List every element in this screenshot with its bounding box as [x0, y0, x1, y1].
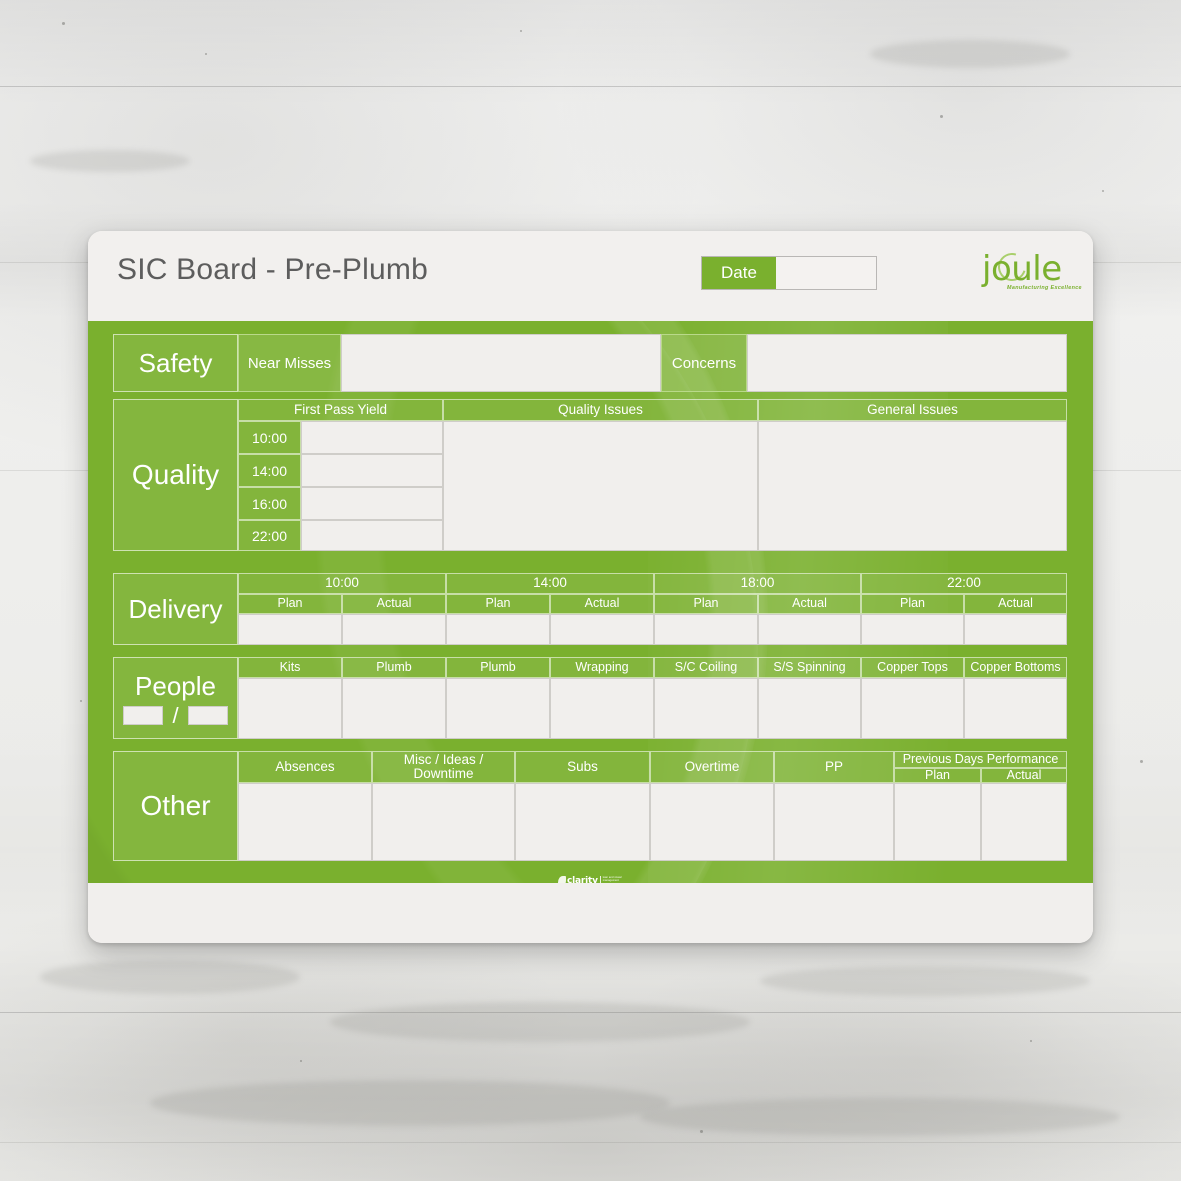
- clarity-divider: [599, 875, 601, 883]
- joule-wordmark: joule: [982, 249, 1062, 289]
- people-input-8[interactable]: [964, 678, 1067, 739]
- joule-tagline: Manufacturing Excellence: [1007, 285, 1082, 291]
- people-column-header-5: S/C Coiling: [654, 657, 758, 678]
- people-headcount: /: [123, 703, 228, 728]
- quality-issues-input[interactable]: [443, 421, 758, 551]
- people-input-4[interactable]: [550, 678, 654, 739]
- people-column-header-4: Wrapping: [550, 657, 654, 678]
- people-column-header-6: S/S Spinning: [758, 657, 861, 678]
- people-present-input[interactable]: [123, 706, 164, 725]
- page-title: SIC Board - Pre-Plumb: [117, 253, 428, 286]
- clarity-leaf-icon: [558, 875, 566, 883]
- other-input-misc[interactable]: [372, 783, 515, 861]
- delivery-subheader-actual-2: Actual: [550, 594, 654, 614]
- delivery-input-6[interactable]: [758, 614, 861, 645]
- safety-concerns-label: Concerns: [661, 334, 747, 392]
- joule-logo: joule Manufacturing Excellence: [982, 248, 1082, 299]
- section-title-safety: Safety: [113, 334, 238, 392]
- people-column-header-2: Plumb: [342, 657, 446, 678]
- general-issues-header: General Issues: [758, 399, 1067, 421]
- delivery-subheader-actual-1: Actual: [342, 594, 446, 614]
- safety-concerns-input[interactable]: [747, 334, 1067, 392]
- people-column-header-3: Plumb: [446, 657, 550, 678]
- delivery-input-2[interactable]: [342, 614, 446, 645]
- other-column-header-absences: Absences: [238, 751, 372, 783]
- quality-time-label-3: 16:00: [238, 487, 301, 520]
- quality-fpy-input-2[interactable]: [301, 454, 443, 487]
- people-input-7[interactable]: [861, 678, 964, 739]
- quality-fpy-input-4[interactable]: [301, 520, 443, 551]
- section-title-delivery: Delivery: [113, 573, 238, 645]
- section-title-other: Other: [113, 751, 238, 861]
- people-input-5[interactable]: [654, 678, 758, 739]
- board-header: SIC Board - Pre-Plumb Date joule Manufac…: [88, 231, 1093, 321]
- general-issues-input[interactable]: [758, 421, 1067, 551]
- safety-near-misses-label: Near Misses: [238, 334, 341, 392]
- people-column-header-7: Copper Tops: [861, 657, 964, 678]
- section-title-quality: Quality: [113, 399, 238, 551]
- delivery-input-5[interactable]: [654, 614, 758, 645]
- delivery-input-4[interactable]: [550, 614, 654, 645]
- clarity-tagline: lean and visual management systems: [603, 876, 622, 883]
- delivery-subheader-plan-4: Plan: [861, 594, 964, 614]
- delivery-input-8[interactable]: [964, 614, 1067, 645]
- people-input-3[interactable]: [446, 678, 550, 739]
- previous-days-subheader-actual: Actual: [981, 768, 1067, 783]
- other-input-pp[interactable]: [774, 783, 894, 861]
- previous-days-input-actual[interactable]: [981, 783, 1067, 861]
- delivery-time-header-1: 10:00: [238, 573, 446, 594]
- delivery-subheader-actual-3: Actual: [758, 594, 861, 614]
- board-body: Safety Near Misses Concerns Quality Firs…: [88, 321, 1093, 883]
- clarity-wordmark: clarity: [567, 876, 598, 883]
- quality-fpy-header: First Pass Yield: [238, 399, 443, 421]
- date-input[interactable]: [776, 257, 876, 289]
- people-input-2[interactable]: [342, 678, 446, 739]
- quality-time-label-1: 10:00: [238, 421, 301, 454]
- quality-fpy-input-1[interactable]: [301, 421, 443, 454]
- safety-near-misses-input[interactable]: [341, 334, 661, 392]
- previous-days-subheader-plan: Plan: [894, 768, 981, 783]
- date-field[interactable]: Date: [701, 256, 877, 290]
- other-column-header-misc: Misc / Ideas / Downtime: [372, 751, 515, 783]
- sic-board: SIC Board - Pre-Plumb Date joule Manufac…: [88, 231, 1093, 943]
- other-column-header-overtime: Overtime: [650, 751, 774, 783]
- previous-days-input-plan[interactable]: [894, 783, 981, 861]
- clarity-logo: clarity lean and visual management syste…: [558, 872, 622, 883]
- quality-issues-header: Quality Issues: [443, 399, 758, 421]
- people-column-header-1: Kits: [238, 657, 342, 678]
- delivery-time-header-2: 14:00: [446, 573, 654, 594]
- delivery-time-header-4: 22:00: [861, 573, 1067, 594]
- date-label: Date: [702, 257, 776, 289]
- delivery-subheader-plan-1: Plan: [238, 594, 342, 614]
- delivery-subheader-plan-3: Plan: [654, 594, 758, 614]
- other-input-absences[interactable]: [238, 783, 372, 861]
- other-column-header-subs: Subs: [515, 751, 650, 783]
- delivery-time-header-3: 18:00: [654, 573, 861, 594]
- other-input-subs[interactable]: [515, 783, 650, 861]
- quality-time-label-4: 22:00: [238, 520, 301, 551]
- previous-days-performance-header: Previous Days Performance: [894, 751, 1067, 768]
- board-footer: [88, 883, 1093, 943]
- section-title-people: People /: [113, 657, 238, 739]
- people-input-6[interactable]: [758, 678, 861, 739]
- people-title-text: People: [135, 671, 216, 701]
- quality-fpy-input-3[interactable]: [301, 487, 443, 520]
- people-total-input[interactable]: [187, 706, 228, 725]
- delivery-input-7[interactable]: [861, 614, 964, 645]
- delivery-input-1[interactable]: [238, 614, 342, 645]
- people-separator: /: [172, 703, 179, 728]
- delivery-subheader-actual-4: Actual: [964, 594, 1067, 614]
- other-column-header-pp: PP: [774, 751, 894, 783]
- people-column-header-8: Copper Bottoms: [964, 657, 1067, 678]
- people-input-1[interactable]: [238, 678, 342, 739]
- delivery-input-3[interactable]: [446, 614, 550, 645]
- other-input-overtime[interactable]: [650, 783, 774, 861]
- delivery-subheader-plan-2: Plan: [446, 594, 550, 614]
- quality-time-label-2: 14:00: [238, 454, 301, 487]
